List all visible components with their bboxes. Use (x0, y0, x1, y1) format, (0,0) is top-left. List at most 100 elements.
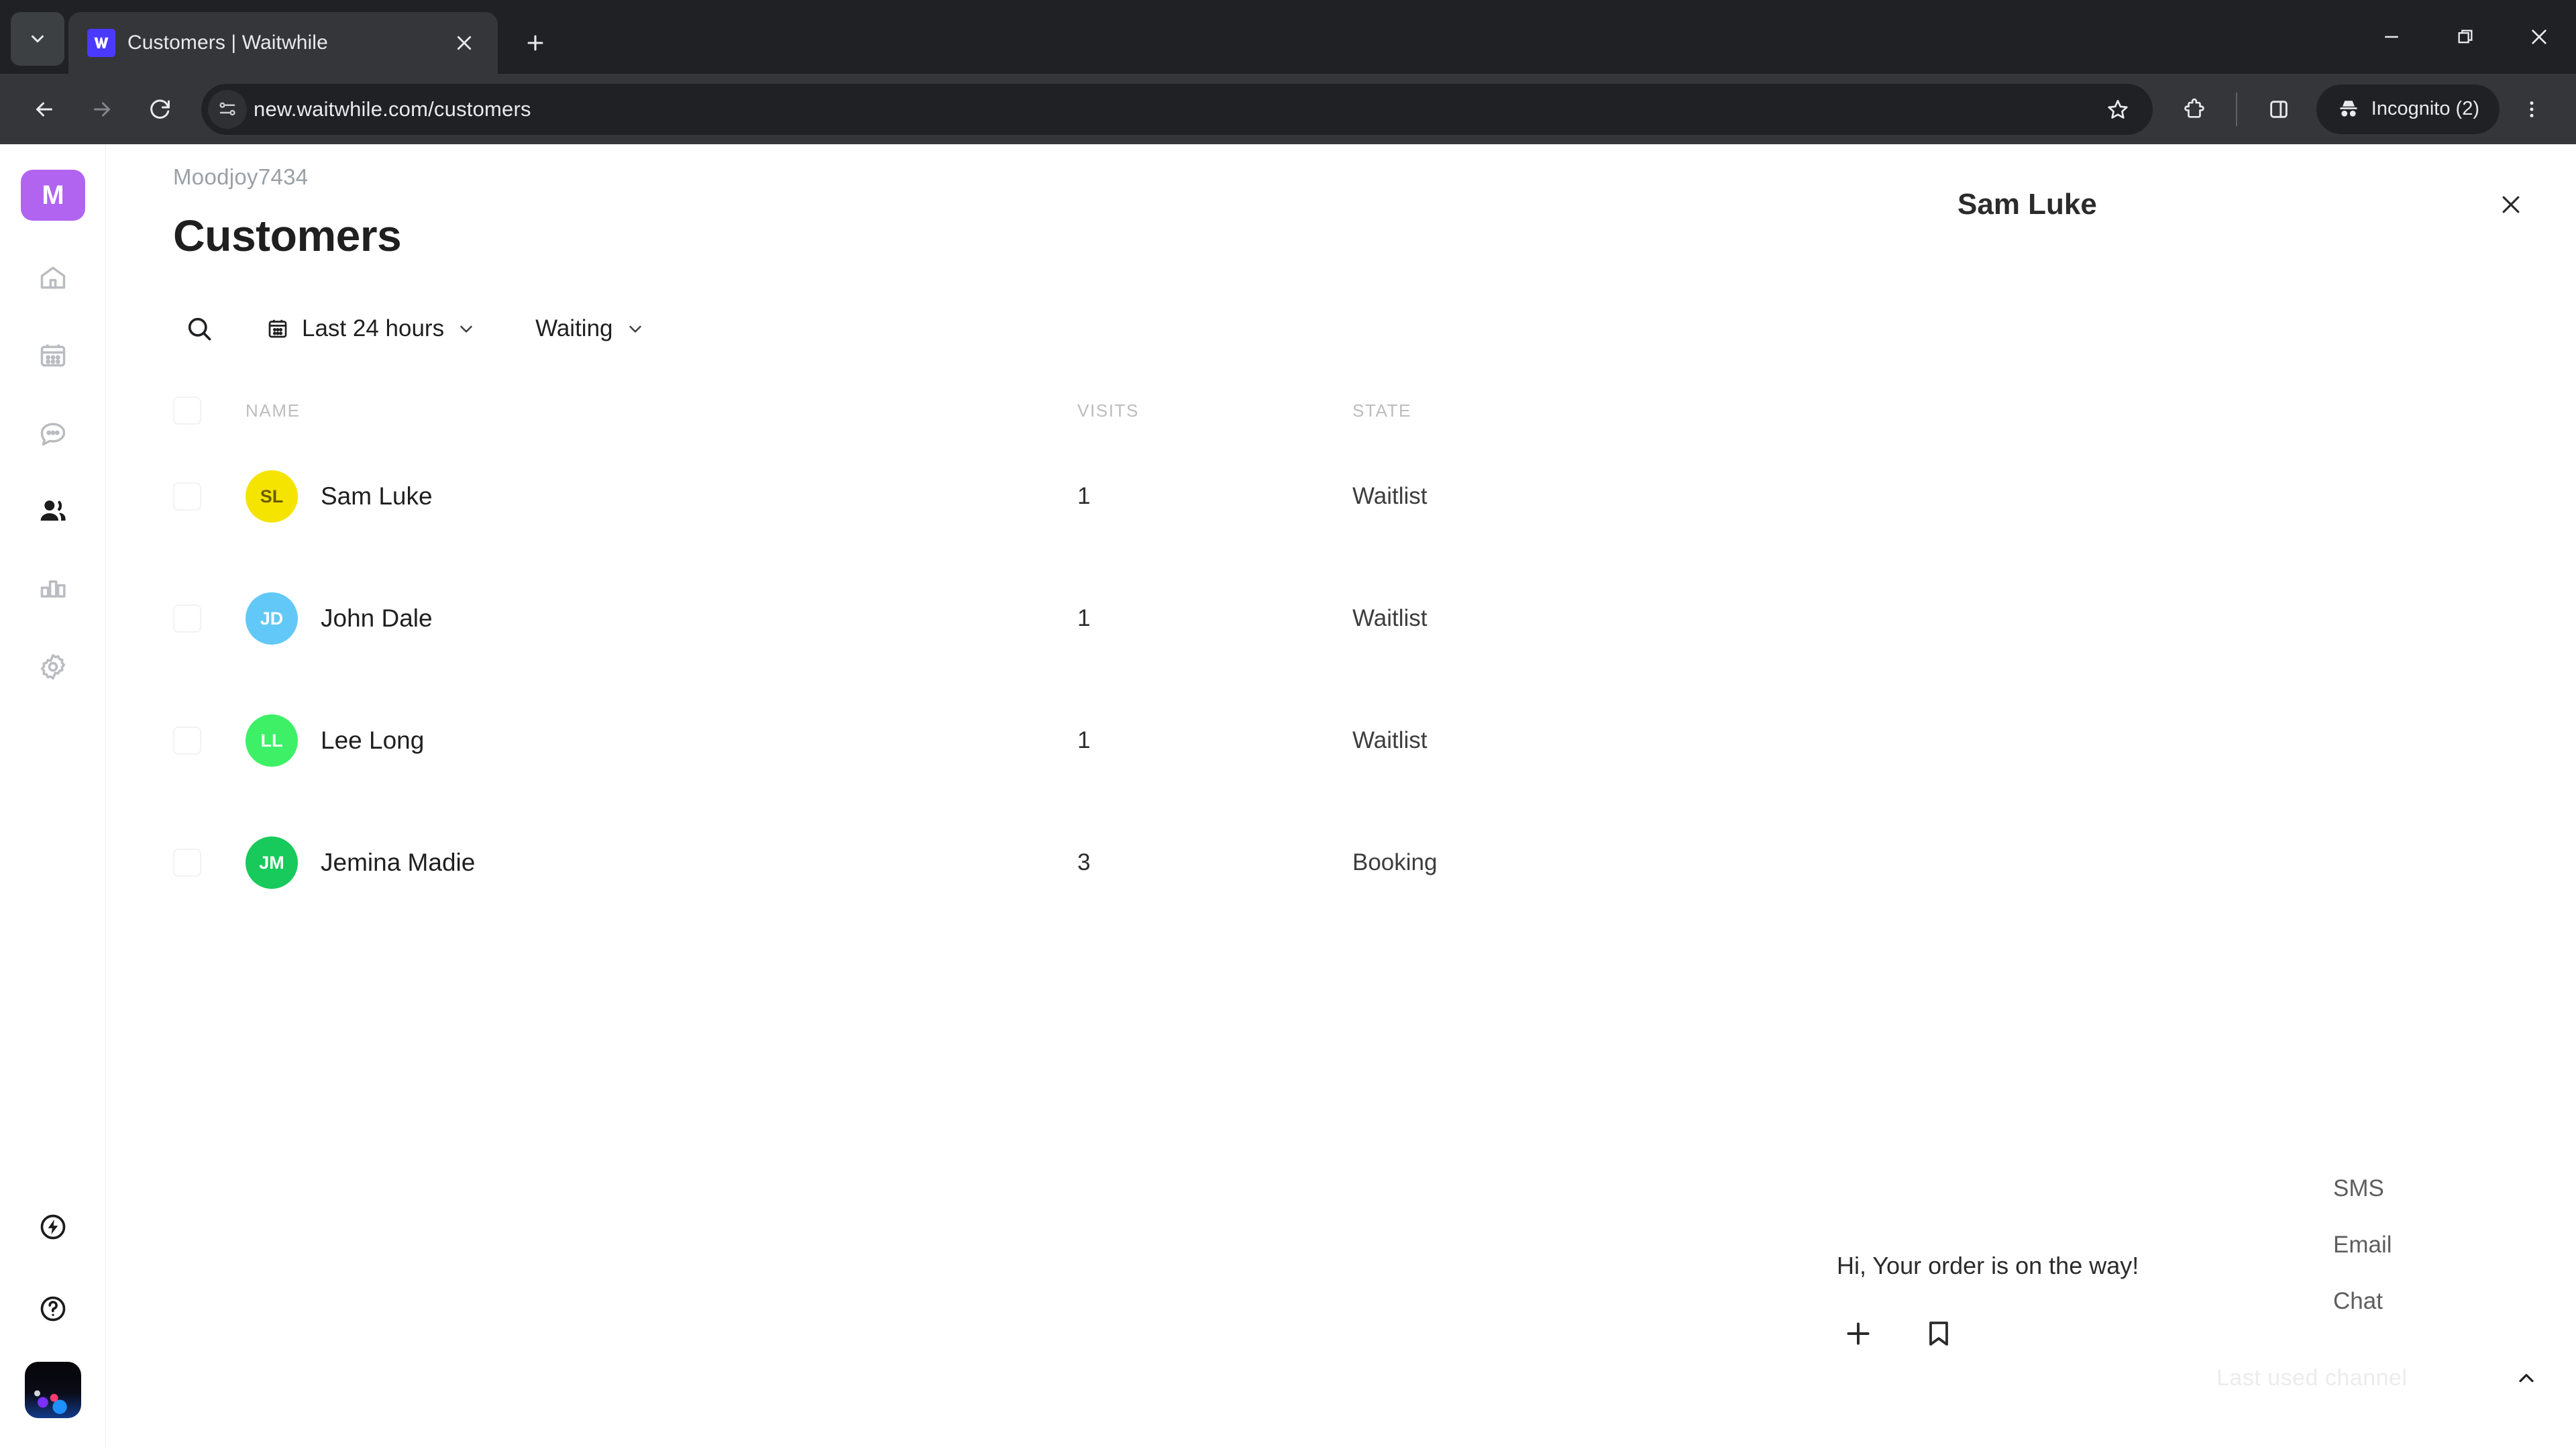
bookmark-star-button[interactable] (2092, 84, 2143, 135)
close-icon (2532, 30, 2546, 44)
customer-name: Jemina Madie (321, 849, 476, 876)
column-header-name[interactable]: NAME (246, 400, 1077, 421)
browser-toolbar: new.waitwhile.com/customers Incognito (2… (0, 74, 2576, 144)
sidebar-item-settings[interactable] (24, 638, 82, 696)
sidebar-bottom-nav (24, 1198, 82, 1449)
bookmark-icon (1929, 1322, 1948, 1346)
table-row[interactable]: JM Jemina Madie 3 Booking (173, 802, 1931, 924)
search-button[interactable] (173, 303, 225, 355)
customer-visits: 1 (1077, 727, 1091, 753)
browser-tab[interactable]: Customers | Waitwhile (68, 12, 498, 74)
sidebar-item-analytics[interactable] (24, 560, 82, 618)
side-panel-icon (2270, 100, 2288, 118)
message-text[interactable]: Hi, Your order is on the way! (1837, 1252, 2347, 1280)
select-all-checkbox[interactable] (173, 396, 201, 425)
workspace-logo[interactable]: M (20, 170, 85, 221)
waitwhile-favicon (87, 29, 115, 57)
forward-button[interactable] (76, 84, 127, 135)
customers-table: NAME VISITS STATE SL Sam Luke 1 Waitlist (173, 386, 1931, 924)
customer-visits: 3 (1077, 849, 1091, 875)
address-bar[interactable]: new.waitwhile.com/customers (201, 83, 2153, 135)
chevron-up-icon (2514, 1366, 2538, 1391)
maximize-button[interactable] (2428, 0, 2502, 74)
browser-menu-button[interactable] (2506, 84, 2557, 135)
row-checkbox[interactable] (173, 604, 201, 633)
reload-button[interactable] (134, 84, 185, 135)
table-header-row: NAME VISITS STATE (173, 386, 1931, 435)
url-text[interactable]: new.waitwhile.com/customers (254, 97, 2086, 121)
customer-name: Lee Long (321, 727, 425, 754)
sidebar-item-integrations[interactable] (24, 1198, 82, 1256)
sidebar-item-help[interactable] (24, 1280, 82, 1338)
people-icon (40, 500, 66, 521)
customer-name: Sam Luke (321, 482, 433, 510)
chat-bubble-icon (40, 423, 65, 446)
column-header-visits[interactable]: VISITS (1077, 400, 1352, 421)
row-checkbox[interactable] (173, 849, 201, 877)
avatar: LL (246, 714, 298, 767)
table-row[interactable]: JD John Dale 1 Waitlist (173, 557, 1931, 680)
plus-icon (1847, 1322, 1870, 1345)
waitwhile-logo-icon (94, 37, 109, 49)
message-composer: Hi, Your order is on the way! (1837, 1252, 2347, 1355)
main-content: Moodjoy7434 Customers Last 24 hours Wait… (106, 144, 2576, 1449)
app-sidebar: M (0, 144, 106, 1449)
back-button[interactable] (19, 84, 70, 135)
side-panel-button[interactable] (2253, 84, 2304, 135)
plus-icon (527, 35, 543, 51)
row-select-cell (173, 727, 246, 755)
sidebar-item-calendar[interactable] (24, 327, 82, 384)
close-icon (457, 36, 472, 50)
star-icon (2108, 99, 2128, 119)
incognito-icon (2340, 100, 2357, 117)
row-select-cell (173, 849, 246, 877)
customer-state: Booking (1352, 849, 1438, 875)
table-row[interactable]: SL Sam Luke 1 Waitlist (173, 435, 1931, 557)
panel-close-button[interactable] (2487, 181, 2534, 228)
window-close-button[interactable] (2502, 0, 2576, 74)
date-range-label: Last 24 hours (302, 315, 445, 341)
channel-option-email[interactable]: Email (2333, 1217, 2534, 1273)
add-attachment-button[interactable] (1837, 1312, 1880, 1355)
composer-actions (1837, 1312, 2347, 1355)
panel-title: Sam Luke (1957, 188, 2097, 221)
tab-search-button[interactable] (11, 12, 64, 66)
chevron-down-icon (456, 319, 476, 339)
channel-option-chat[interactable]: Chat (2333, 1273, 2534, 1330)
sidebar-item-customers[interactable] (24, 482, 82, 540)
sidebar-nav (24, 249, 82, 696)
site-settings-icon[interactable] (208, 89, 247, 129)
channel-option-sms[interactable]: SMS (2333, 1161, 2534, 1217)
row-name-cell: SL Sam Luke (246, 470, 1077, 523)
home-icon (40, 266, 65, 289)
puzzle-piece-icon (2184, 98, 2204, 118)
status-filter[interactable]: Waiting (525, 309, 655, 349)
three-dot-menu-icon (2530, 101, 2534, 117)
row-select-cell (173, 482, 246, 511)
row-select-cell (173, 604, 246, 633)
column-header-state[interactable]: STATE (1352, 400, 1931, 421)
calendar-icon (40, 344, 65, 367)
row-name-cell: JM Jemina Madie (246, 837, 1077, 889)
tab-close-button[interactable] (447, 25, 482, 60)
customer-state: Waitlist (1352, 605, 1428, 631)
user-photo-avatar[interactable] (24, 1362, 81, 1418)
chevron-down-icon (625, 319, 645, 339)
table-row[interactable]: LL Lee Long 1 Waitlist (173, 680, 1931, 802)
new-tab-button[interactable] (513, 20, 558, 66)
sidebar-item-messages[interactable] (24, 405, 82, 462)
customer-name: John Dale (321, 604, 433, 632)
message-template-button[interactable] (1917, 1312, 1960, 1355)
channel-dropdown-menu: SMS Email Chat (2333, 1161, 2534, 1330)
row-checkbox[interactable] (173, 727, 201, 755)
extensions-button[interactable] (2169, 84, 2220, 135)
channel-select[interactable]: Last used channel (2216, 1365, 2538, 1391)
tune-icon (219, 102, 235, 115)
sidebar-item-home[interactable] (24, 249, 82, 307)
row-name-cell: LL Lee Long (246, 714, 1077, 767)
forward-arrow-icon (94, 102, 110, 116)
minimize-button[interactable] (2355, 0, 2428, 74)
date-range-filter[interactable]: Last 24 hours (255, 309, 487, 349)
profile-incognito-button[interactable]: Incognito (2) (2316, 84, 2500, 134)
row-checkbox[interactable] (173, 482, 201, 511)
